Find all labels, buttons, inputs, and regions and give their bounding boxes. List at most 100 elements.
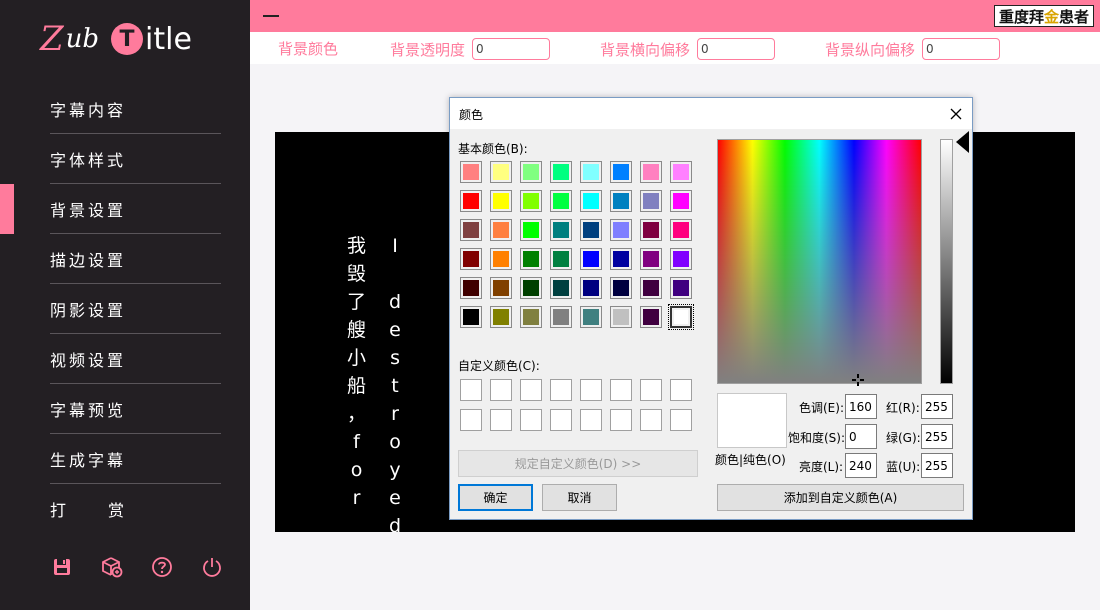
color-swatch[interactable] xyxy=(520,248,542,270)
custom-color-slot[interactable] xyxy=(640,379,662,401)
color-swatch[interactable] xyxy=(670,219,692,241)
color-swatch[interactable] xyxy=(640,277,662,299)
color-swatch[interactable] xyxy=(490,277,512,299)
save-icon[interactable] xyxy=(50,555,73,578)
color-swatch[interactable] xyxy=(580,248,602,270)
color-swatch[interactable] xyxy=(610,190,632,212)
help-icon[interactable] xyxy=(150,555,173,578)
custom-color-slot[interactable] xyxy=(550,379,572,401)
color-swatch[interactable] xyxy=(580,161,602,183)
watermark-gold: 金 xyxy=(1043,7,1059,26)
color-swatch[interactable] xyxy=(670,190,692,212)
blue-input[interactable] xyxy=(921,453,953,478)
luminance-arrow-icon[interactable] xyxy=(956,131,969,153)
color-swatch[interactable] xyxy=(520,161,542,183)
color-swatch[interactable] xyxy=(460,277,482,299)
custom-color-slot[interactable] xyxy=(490,409,512,431)
luminance-input[interactable] xyxy=(845,453,877,478)
sidebar-nav: 字幕内容 字体样式 背景设置 描边设置 阴影设置 视频设置 字幕预览 生成字幕 … xyxy=(0,84,250,534)
color-swatch[interactable] xyxy=(610,306,632,328)
color-swatch[interactable] xyxy=(490,219,512,241)
color-swatch[interactable] xyxy=(550,248,572,270)
package-icon[interactable] xyxy=(100,555,123,578)
sidebar-item-donate[interactable]: 打赏 xyxy=(50,484,221,534)
color-swatch[interactable] xyxy=(610,219,632,241)
close-icon[interactable] xyxy=(948,106,964,122)
color-swatch[interactable] xyxy=(520,277,542,299)
bg-x-offset-input[interactable] xyxy=(697,38,776,60)
color-swatch[interactable] xyxy=(490,306,512,328)
ok-button[interactable]: 确定 xyxy=(458,484,533,511)
sidebar-item-stroke-settings[interactable]: 描边设置 xyxy=(50,234,221,284)
color-swatch[interactable] xyxy=(640,248,662,270)
define-custom-colors-button[interactable]: 规定自定义颜色(D) >> xyxy=(458,450,698,477)
color-swatch[interactable] xyxy=(550,219,572,241)
bg-color-label[interactable]: 背景颜色 xyxy=(278,38,338,59)
custom-color-slot[interactable] xyxy=(520,409,542,431)
bg-opacity-input[interactable] xyxy=(472,38,551,60)
color-swatch[interactable] xyxy=(580,306,602,328)
color-swatch[interactable] xyxy=(460,248,482,270)
custom-color-slot[interactable] xyxy=(520,379,542,401)
custom-color-slot[interactable] xyxy=(460,409,482,431)
green-input[interactable] xyxy=(921,424,953,449)
color-swatch[interactable] xyxy=(640,219,662,241)
preview-char: r xyxy=(352,487,361,509)
sidebar-item-subtitle-preview[interactable]: 字幕预览 xyxy=(50,384,221,434)
add-to-custom-colors-button[interactable]: 添加到自定义颜色(A) xyxy=(717,484,964,511)
color-swatch[interactable] xyxy=(580,190,602,212)
color-swatch[interactable] xyxy=(668,304,694,330)
custom-color-slot[interactable] xyxy=(580,409,602,431)
color-swatch[interactable] xyxy=(550,277,572,299)
color-swatch[interactable] xyxy=(460,190,482,212)
cancel-button[interactable]: 取消 xyxy=(542,484,617,511)
bg-y-offset-input[interactable] xyxy=(922,38,1001,60)
color-swatch[interactable] xyxy=(550,190,572,212)
color-swatch[interactable] xyxy=(520,219,542,241)
color-swatch[interactable] xyxy=(490,248,512,270)
color-swatch[interactable] xyxy=(580,219,602,241)
color-swatch[interactable] xyxy=(550,306,572,328)
custom-color-slot[interactable] xyxy=(610,409,632,431)
sidebar-item-font-style[interactable]: 字体样式 xyxy=(50,134,221,184)
color-swatch[interactable] xyxy=(580,277,602,299)
custom-color-slot[interactable] xyxy=(490,379,512,401)
color-swatch[interactable] xyxy=(640,190,662,212)
custom-color-slot[interactable] xyxy=(610,379,632,401)
color-swatch[interactable] xyxy=(460,219,482,241)
custom-color-slot[interactable] xyxy=(580,379,602,401)
luminance-slider[interactable] xyxy=(940,139,953,384)
color-swatch[interactable] xyxy=(490,190,512,212)
color-swatch[interactable] xyxy=(490,161,512,183)
color-spectrum[interactable] xyxy=(717,139,922,384)
color-swatch[interactable] xyxy=(550,161,572,183)
sidebar-item-video-settings[interactable]: 视频设置 xyxy=(50,334,221,384)
hue-input[interactable] xyxy=(845,394,877,419)
color-swatch[interactable] xyxy=(460,306,482,328)
sidebar-item-generate-subtitle[interactable]: 生成字幕 xyxy=(50,434,221,484)
custom-color-slot[interactable] xyxy=(670,409,692,431)
color-swatch[interactable] xyxy=(610,161,632,183)
color-swatch[interactable] xyxy=(640,161,662,183)
color-swatch[interactable] xyxy=(610,248,632,270)
sidebar-item-background-settings[interactable]: 背景设置 xyxy=(0,184,221,234)
custom-color-slot[interactable] xyxy=(670,379,692,401)
power-icon[interactable] xyxy=(200,555,223,578)
color-swatch[interactable] xyxy=(670,277,692,299)
color-swatch[interactable] xyxy=(670,161,692,183)
color-swatch[interactable] xyxy=(520,306,542,328)
bg-color-field: 背景颜色 xyxy=(278,38,345,59)
saturation-input[interactable] xyxy=(845,424,877,449)
red-input[interactable] xyxy=(921,394,953,419)
color-swatch[interactable] xyxy=(610,277,632,299)
color-swatch[interactable] xyxy=(640,306,662,328)
color-swatch[interactable] xyxy=(460,161,482,183)
color-swatch[interactable] xyxy=(520,190,542,212)
custom-color-slot[interactable] xyxy=(460,379,482,401)
custom-color-slot[interactable] xyxy=(640,409,662,431)
color-swatch[interactable] xyxy=(670,248,692,270)
sidebar-item-shadow-settings[interactable]: 阴影设置 xyxy=(50,284,221,334)
custom-color-slot[interactable] xyxy=(550,409,572,431)
minimize-button[interactable] xyxy=(262,8,280,24)
sidebar-item-subtitle-content[interactable]: 字幕内容 xyxy=(50,84,221,134)
